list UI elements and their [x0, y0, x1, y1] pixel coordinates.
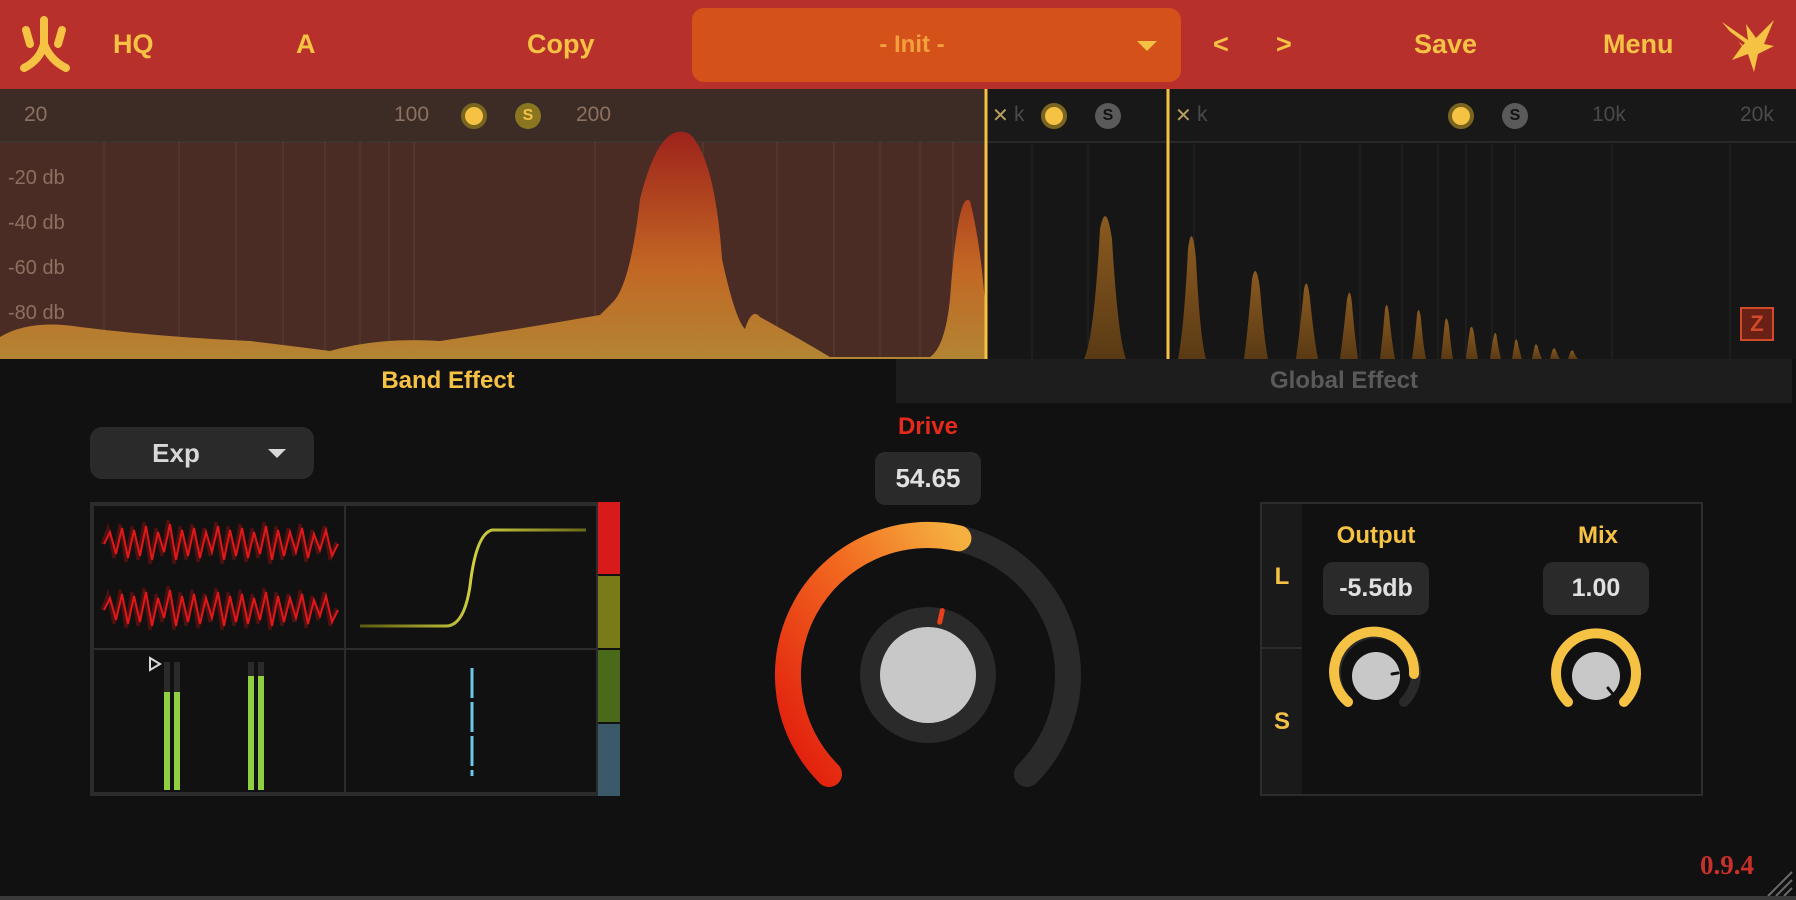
- chevron-down-icon: [268, 449, 286, 458]
- preset-name: - Init -: [879, 31, 945, 58]
- drive-knob[interactable]: [765, 515, 1095, 815]
- mix-knob[interactable]: [1546, 626, 1646, 726]
- copy-button[interactable]: Copy: [527, 0, 595, 89]
- band1-solo-button[interactable]: S: [515, 103, 541, 129]
- band2-bypass-dot[interactable]: [1041, 103, 1067, 129]
- next-preset-button[interactable]: >: [1276, 0, 1292, 89]
- chevron-down-icon: [1137, 41, 1157, 51]
- ab-toggle[interactable]: A: [296, 0, 316, 89]
- band-color-strip: [598, 502, 620, 796]
- level-meters-graphic: [149, 656, 264, 790]
- tab-band-effect[interactable]: Band Effect: [0, 359, 896, 403]
- output-value[interactable]: -5.5db: [1323, 562, 1429, 615]
- prev-preset-button[interactable]: <: [1213, 0, 1229, 89]
- band2-remove-icon[interactable]: ✕: [992, 103, 1009, 128]
- zoom-button[interactable]: Z: [1740, 307, 1774, 341]
- db-label-40: -40 db: [8, 212, 65, 234]
- preset-dropdown[interactable]: - Init -: [692, 8, 1181, 82]
- band3-remove-icon[interactable]: ✕: [1175, 103, 1192, 128]
- hq-toggle[interactable]: HQ: [113, 0, 154, 89]
- fire-glyph-icon[interactable]: [14, 14, 74, 74]
- bird-logo-icon: [1722, 20, 1774, 72]
- band2-solo-button[interactable]: S: [1095, 103, 1121, 129]
- tab-global-effect[interactable]: Global Effect: [896, 359, 1792, 403]
- band3-solo-button[interactable]: S: [1502, 103, 1528, 129]
- version-label: 0.9.4: [1700, 850, 1754, 880]
- save-button[interactable]: Save: [1414, 0, 1477, 89]
- output-knob[interactable]: [1326, 626, 1426, 726]
- output-label: Output: [1336, 522, 1416, 549]
- mid-side-mode-button[interactable]: S: [1262, 649, 1302, 794]
- db-label-20: -20 db: [8, 167, 65, 189]
- mix-label: Mix: [1577, 522, 1618, 549]
- level-meter-display: [92, 648, 346, 794]
- band2-freq-suffix: k: [1014, 103, 1025, 126]
- band3-freq-suffix: k: [1197, 103, 1208, 126]
- menu-button[interactable]: Menu: [1603, 0, 1674, 89]
- freq-label-20: 20: [24, 103, 48, 126]
- spectrum-canvas: [0, 89, 1796, 359]
- stereo-scope-graphic: [470, 668, 474, 776]
- transfer-curve-display: [344, 504, 598, 650]
- distortion-mode-dropdown[interactable]: Exp: [90, 427, 314, 479]
- freq-label-20k: 20k: [1740, 103, 1774, 126]
- band3-bypass-dot[interactable]: [1448, 103, 1474, 129]
- header-bar: HQ A Copy - Init - < > Save Menu: [0, 0, 1796, 89]
- spectrum-display[interactable]: 20 100 200 10k 20k -20 db -40 db -60 db …: [0, 89, 1796, 359]
- db-label-60: -60 db: [8, 257, 65, 279]
- mix-value[interactable]: 1.00: [1543, 562, 1649, 615]
- bottom-edge: [0, 896, 1796, 900]
- visualizer-grid: [90, 502, 598, 796]
- drive-label: Drive: [897, 413, 959, 440]
- db-label-80: -80 db: [8, 302, 65, 324]
- waveform-graphic: [100, 519, 339, 631]
- freq-label-100: 100: [394, 103, 430, 126]
- freq-label-10k: 10k: [1592, 103, 1626, 126]
- transfer-curve-graphic: [360, 528, 586, 628]
- waveform-display: [92, 504, 346, 650]
- drive-value[interactable]: 54.65: [875, 452, 981, 505]
- resize-handle-icon[interactable]: [1762, 866, 1794, 898]
- freq-label-200: 200: [576, 103, 612, 126]
- band1-bypass-dot[interactable]: [461, 103, 487, 129]
- stereo-scope-display: [344, 648, 598, 794]
- distortion-mode-label: Exp: [152, 438, 200, 468]
